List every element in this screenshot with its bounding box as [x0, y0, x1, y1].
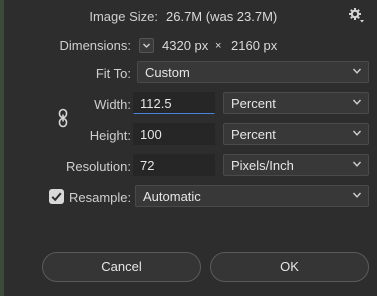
dimensions-times: × [215, 40, 222, 52]
fit-to-value: Custom [145, 65, 190, 80]
resolution-unit-value: Pixels/Inch [231, 158, 294, 173]
fit-to-label: Fit To: [95, 66, 131, 81]
image-size-label: Image Size: [89, 9, 158, 24]
width-unit-value: Percent [231, 96, 276, 111]
resample-checkbox[interactable] [49, 189, 64, 204]
chevron-down-icon [352, 161, 362, 167]
cancel-button[interactable]: Cancel [42, 252, 201, 282]
resample-value: Automatic [143, 189, 201, 204]
chevron-down-icon [352, 99, 362, 105]
resolution-label: Resolution: [65, 159, 131, 174]
checkmark-icon [51, 192, 62, 202]
ok-button[interactable]: OK [210, 252, 369, 282]
dimensions-height: 2160 px [231, 38, 278, 53]
height-unit-value: Percent [231, 127, 276, 142]
height-label: Height: [89, 128, 131, 143]
image-size-value: 26.7M (was 23.7M) [166, 9, 278, 24]
height-input[interactable]: 100 [133, 123, 215, 145]
fit-to-select[interactable]: Custom [137, 61, 369, 83]
height-unit-select[interactable]: Percent [223, 123, 369, 145]
resample-label: Resample: [69, 190, 132, 205]
width-input[interactable]: 112.5 [133, 92, 215, 114]
chevron-down-icon [143, 43, 150, 48]
resolution-input[interactable]: 72 [133, 154, 215, 176]
chevron-down-icon [352, 68, 362, 74]
window-edge [0, 0, 4, 296]
chevron-down-icon [352, 130, 362, 136]
dimensions-label: Dimensions: [59, 38, 131, 53]
resample-select[interactable]: Automatic [135, 185, 369, 207]
dimensions-width: 4320 px [162, 38, 209, 53]
width-unit-select[interactable]: Percent [223, 92, 369, 114]
dimensions-toggle[interactable] [139, 38, 154, 53]
chain-link-icon[interactable] [57, 108, 69, 128]
width-label: Width: [94, 97, 131, 112]
gear-icon[interactable] [348, 7, 364, 23]
resolution-unit-select[interactable]: Pixels/Inch [223, 154, 369, 176]
chevron-down-icon [352, 192, 362, 198]
